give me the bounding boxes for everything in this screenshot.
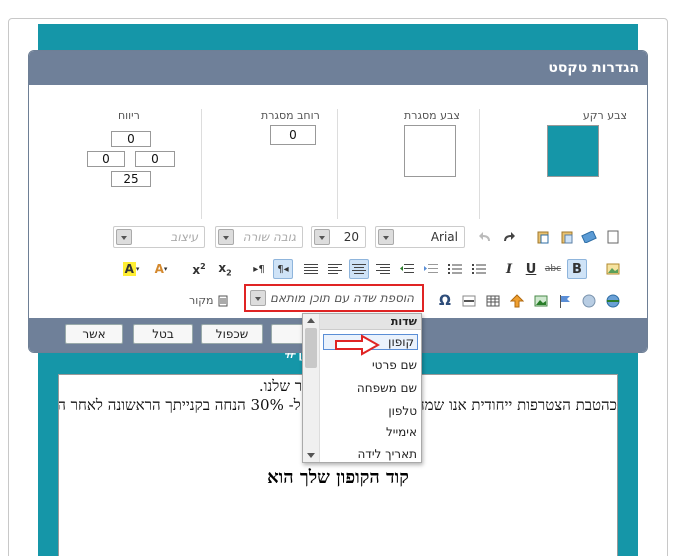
text-color-icon[interactable]: A ▾ xyxy=(121,259,141,279)
paste-word-icon[interactable] xyxy=(533,227,553,247)
undo-icon xyxy=(475,227,495,247)
font-size-value: 20 xyxy=(343,230,359,244)
font-family-combo[interactable]: Arial xyxy=(375,226,465,248)
duplicate-button[interactable]: שכפול xyxy=(201,324,263,344)
spacing-left-input[interactable]: 0 xyxy=(87,151,125,167)
chevron-down-icon[interactable] xyxy=(378,229,394,245)
indent-icon[interactable] xyxy=(397,259,417,279)
numbered-list-icon[interactable] xyxy=(445,259,465,279)
border-width-label: רוחב מסגרת xyxy=(261,109,320,122)
font-size-combo[interactable]: 20 xyxy=(311,226,366,248)
horizontal-rule-icon[interactable] xyxy=(459,291,479,311)
insert-image-icon[interactable] xyxy=(531,291,551,311)
cancel-button[interactable]: בטל xyxy=(133,324,193,344)
superscript-icon[interactable]: x2 xyxy=(189,259,209,279)
scroll-up-icon[interactable] xyxy=(307,318,315,323)
divider xyxy=(337,109,338,219)
chevron-down-icon[interactable] xyxy=(314,229,330,245)
border-color-swatch[interactable] xyxy=(404,125,456,177)
scroll-down-icon[interactable] xyxy=(307,453,315,458)
line-height-placeholder: גובה שורה xyxy=(242,230,296,244)
fields-dropdown-header: שדות xyxy=(303,314,421,330)
source-icon[interactable] xyxy=(213,291,233,311)
subscript-icon[interactable]: x2 xyxy=(215,259,235,279)
rtl-direction-icon[interactable]: ¶◂ xyxy=(273,259,293,279)
spacing-bottom-input[interactable]: 25 xyxy=(111,171,151,187)
outdent-icon[interactable] xyxy=(421,259,441,279)
insert-field-combo[interactable]: הוספת שדה עם תוכן מותאם xyxy=(244,284,424,312)
chevron-down-icon[interactable] xyxy=(250,290,266,306)
source-button-label[interactable]: מקור xyxy=(189,294,213,307)
spacing-top-input[interactable]: 0 xyxy=(111,131,151,147)
spacing-label: ריווח xyxy=(118,109,140,122)
align-justify-icon[interactable] xyxy=(301,259,321,279)
redo-icon[interactable] xyxy=(499,227,519,247)
bullet-list-icon[interactable] xyxy=(469,259,489,279)
field-option-first-name[interactable]: שם פרטי xyxy=(372,358,417,372)
chevron-down-icon[interactable] xyxy=(218,229,234,245)
style-placeholder: עיצוב xyxy=(170,230,198,244)
new-page-icon[interactable] xyxy=(603,227,623,247)
field-option-birthdate[interactable]: תאריך לידה xyxy=(357,447,417,461)
coupon-heading: קוד הקופון שלך הוא xyxy=(267,467,409,488)
dialog-title: הגדרות טקסט xyxy=(29,51,647,85)
divider xyxy=(201,109,202,219)
confirm-button[interactable]: אשר xyxy=(65,324,123,344)
strikethrough-button[interactable]: abc xyxy=(543,259,563,279)
align-center-icon[interactable] xyxy=(349,259,369,279)
link-icon[interactable] xyxy=(603,291,623,311)
background-color-label: צבע רקע xyxy=(582,109,627,122)
field-option-last-name[interactable]: שם משפחה xyxy=(357,381,417,395)
dropdown-scrollbar[interactable] xyxy=(303,314,320,462)
font-family-value: Arial xyxy=(430,230,458,244)
italic-button[interactable]: I xyxy=(499,259,519,279)
background-color-swatch[interactable] xyxy=(547,125,599,177)
border-color-label: צבע מסגרת xyxy=(404,109,460,122)
background-color-icon[interactable]: A ▾ xyxy=(151,259,171,279)
anchor-flag-icon[interactable] xyxy=(555,291,575,311)
scroll-thumb[interactable] xyxy=(305,328,317,368)
ltr-direction-icon[interactable]: ▸¶ xyxy=(249,259,269,279)
align-left-icon[interactable] xyxy=(325,259,345,279)
chevron-down-icon[interactable] xyxy=(116,229,132,245)
image-icon[interactable] xyxy=(603,259,623,279)
align-right-icon[interactable] xyxy=(373,259,393,279)
eraser-icon[interactable] xyxy=(579,227,599,247)
table-icon[interactable] xyxy=(483,291,503,311)
spacing-right-input[interactable]: 0 xyxy=(135,151,175,167)
style-combo[interactable]: עיצוב xyxy=(113,226,205,248)
border-width-input[interactable]: 0 xyxy=(270,125,316,145)
divider xyxy=(479,109,480,219)
upload-icon[interactable] xyxy=(507,291,527,311)
red-arrow-icon xyxy=(335,334,380,356)
field-option-phone[interactable]: טלפון xyxy=(388,404,417,418)
special-char-icon[interactable]: Ω xyxy=(435,291,455,311)
paste-text-icon[interactable] xyxy=(557,227,577,247)
underline-button[interactable]: U xyxy=(521,259,541,279)
insert-field-placeholder: הוספת שדה עם תוכן מותאם xyxy=(270,291,414,305)
field-option-email[interactable]: אימייל xyxy=(386,425,417,439)
bold-button[interactable]: B xyxy=(567,259,587,279)
line-height-combo[interactable]: גובה שורה xyxy=(215,226,303,248)
unlink-icon[interactable] xyxy=(579,291,599,311)
